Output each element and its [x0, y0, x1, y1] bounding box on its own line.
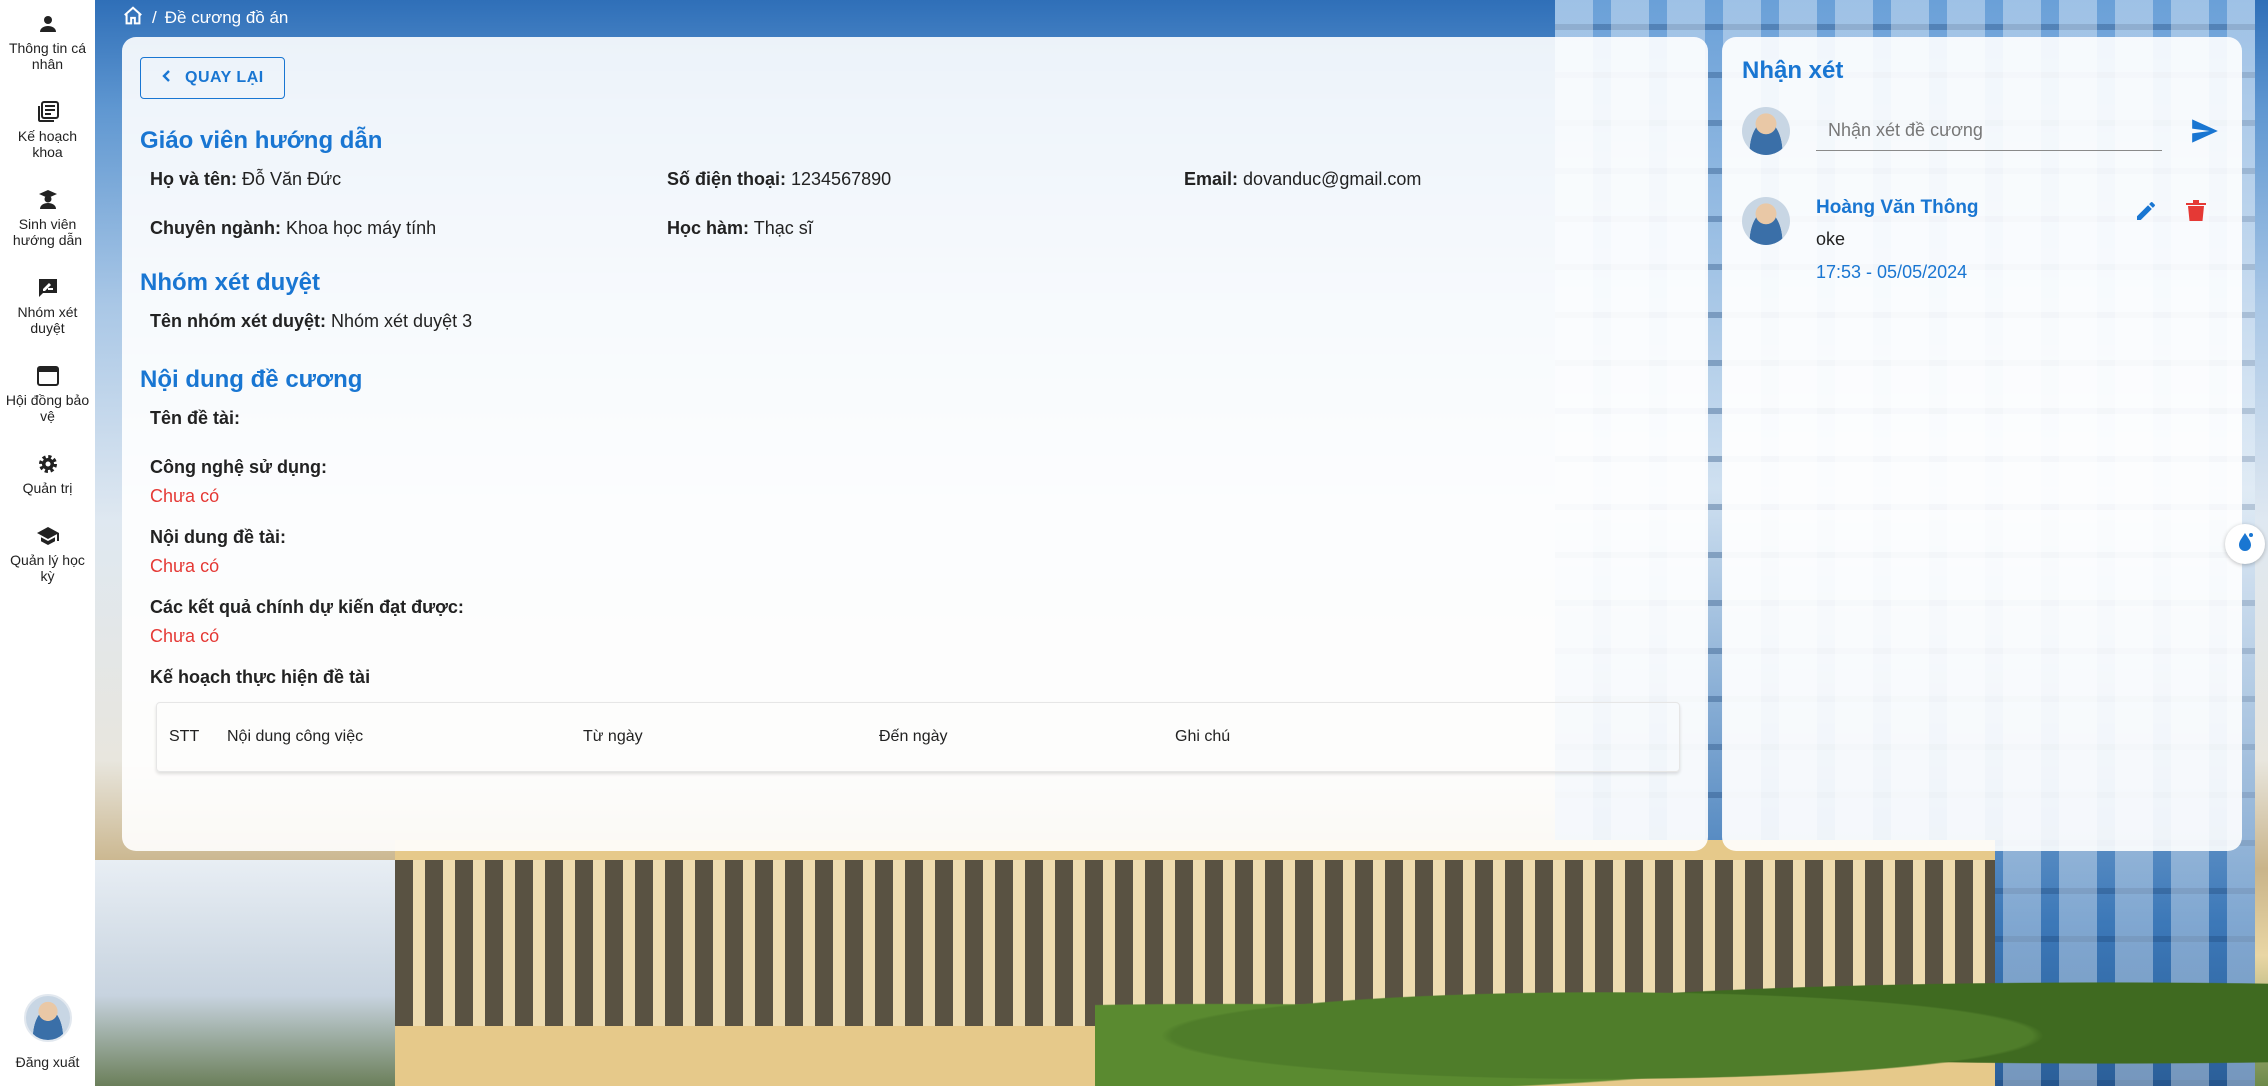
comments-panel: Nhận xét Hoàng Văn Thông oke 17:53 - 05/… [1722, 37, 2242, 851]
breadcrumb: / Đề cương đồ án [122, 4, 288, 32]
outline-card: QUAY LẠI Giáo viên hướng dẫn Họ và tên: … [122, 37, 1708, 851]
sidebar-item-semester[interactable]: Quản lý học kỳ [0, 522, 95, 584]
avatar[interactable] [23, 994, 72, 1042]
comment-time: 17:53 - 05/05/2024 [1816, 262, 1968, 282]
library-books-icon [34, 98, 62, 126]
plan-label: Kế hoạch thực hiện đề tài [150, 667, 371, 687]
comment-input[interactable] [1816, 111, 2162, 151]
review-group-name: Tên nhóm xét duyệt: Nhóm xét duyệt 3 [150, 311, 473, 331]
plan-field: Kế hoạch thực hiện đề tài [140, 667, 1690, 688]
content-value: Chưa có [150, 556, 220, 576]
advisor-name: Họ và tên: Đỗ Văn Đức [150, 169, 342, 189]
comment-text: oke [1816, 229, 1846, 249]
sidebar-item-label: Hội đồng bảo vệ [5, 392, 90, 424]
advisor-major: Chuyên ngành: Khoa học máy tính [150, 218, 437, 238]
table-header-cell: Nội dung công việc [227, 728, 364, 745]
table-header-cell: Đến ngày [879, 728, 948, 745]
breadcrumb-current: Đề cương đồ án [164, 8, 289, 27]
comments-title: Nhận xét [1742, 57, 1844, 84]
table-header-cell: STT [169, 728, 200, 745]
water-drop-icon [2235, 531, 2255, 558]
results-field: Các kết quả chính dự kiến đạt được: Chưa… [140, 597, 1690, 647]
review-group-section-title: Nhóm xét duyệt [140, 269, 321, 296]
results-label: Các kết quả chính dự kiến đạt được: [150, 597, 464, 617]
sidebar-item-label: Thông tin cá nhân [8, 40, 87, 72]
logout-button[interactable]: Đăng xuất [16, 1054, 80, 1070]
topic-label: Tên đề tài: [150, 408, 241, 428]
content-label: Nội dung đề tài: [150, 527, 286, 547]
comment-author: Hoàng Văn Thông [1816, 197, 1979, 218]
advisor-degree: Học hàm: Thạc sĩ [667, 218, 813, 238]
topic-field: Tên đề tài: [140, 408, 1690, 429]
back-button-label: QUAY LẠI [185, 69, 264, 86]
student-icon [34, 186, 62, 214]
table-header-cell: Từ ngày [583, 728, 643, 745]
comment-item: Hoàng Văn Thông oke 17:53 - 05/05/2024 [1742, 197, 2222, 283]
content-field: Nội dung đề tài: Chưa có [140, 527, 1690, 577]
advisor-phone: Số điện thoại: 1234567890 [667, 169, 892, 189]
sidebar-item-students[interactable]: Sinh viên hướng dẫn [0, 186, 95, 248]
sidebar-item-label: Sinh viên hướng dẫn [12, 216, 83, 248]
sidebar-item-label: Nhóm xét duyệt [17, 304, 78, 336]
background-city [95, 860, 425, 1086]
back-button[interactable]: QUAY LẠI [140, 57, 285, 99]
outline-section-title: Nội dung đề cương [140, 366, 363, 393]
floating-action-button[interactable] [2225, 524, 2265, 564]
sidebar-item-faculty-plan[interactable]: Kế hoạch khoa [0, 98, 95, 160]
school-icon [34, 522, 62, 550]
plan-table: STT Nội dung công việc Từ ngày Đến ngày … [156, 702, 1680, 772]
tech-label: Công nghệ sử dụng: [150, 457, 328, 477]
web-asset-icon [34, 362, 62, 390]
avatar [1742, 197, 1790, 245]
gear-icon [34, 450, 62, 478]
sidebar-item-admin[interactable]: Quản trị [0, 450, 95, 496]
tech-value: Chưa có [150, 486, 220, 506]
comment-body: Hoàng Văn Thông oke 17:53 - 05/05/2024 [1816, 197, 1979, 283]
edit-icon[interactable] [2132, 197, 2160, 225]
home-icon[interactable] [122, 5, 144, 32]
sidebar-item-label: Kế hoạch khoa [17, 128, 78, 160]
delete-icon[interactable] [2182, 197, 2210, 225]
background-trees [1095, 960, 2268, 1086]
sidebar-item-label: Quản lý học kỳ [10, 552, 85, 584]
comment-composer [1742, 107, 2222, 155]
sidebar-account: Đăng xuất [0, 994, 95, 1070]
send-icon[interactable] [2188, 114, 2222, 148]
sidebar: Thông tin cá nhân Kế hoạch khoa Sinh viê… [0, 0, 95, 1086]
person-icon [34, 10, 62, 38]
rate-review-icon [34, 274, 62, 302]
breadcrumb-separator: / [152, 8, 157, 27]
sidebar-item-profile[interactable]: Thông tin cá nhân [0, 10, 95, 72]
advisor-section-title: Giáo viên hướng dẫn [140, 127, 383, 154]
advisor-info: Họ và tên: Đỗ Văn Đức Số điện thoại: 123… [140, 169, 1690, 239]
sidebar-item-review-group[interactable]: Nhóm xét duyệt [0, 274, 95, 336]
comment-actions [2132, 197, 2210, 225]
results-value: Chưa có [150, 626, 220, 646]
sidebar-item-defense-council[interactable]: Hội đồng bảo vệ [0, 362, 95, 424]
advisor-email: Email: dovanduc@gmail.com [1184, 169, 1422, 189]
tech-field: Công nghệ sử dụng: Chưa có [140, 457, 1690, 507]
sidebar-item-label: Quản trị [22, 480, 73, 496]
avatar [1742, 107, 1790, 155]
table-header-cell: Ghi chú [1175, 728, 1231, 745]
chevron-left-icon [161, 69, 173, 88]
